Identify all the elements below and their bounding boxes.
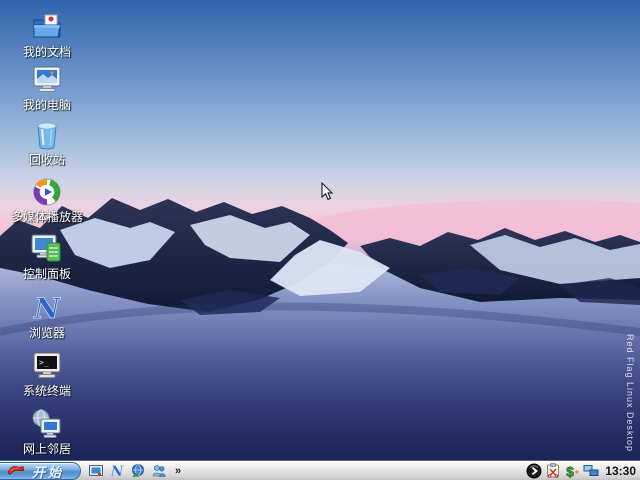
network-status-icon[interactable] [583, 463, 599, 479]
desktop-icon-browser[interactable]: N 浏览器 [5, 291, 89, 340]
desktop-icon-label: 多媒体播放器 [10, 210, 83, 224]
browser-quicklaunch-icon[interactable]: N [109, 463, 125, 480]
quick-launch-overflow-chevron[interactable]: » [175, 463, 181, 479]
terminal-icon: >_ [30, 349, 64, 383]
desktop-icon-control-panel[interactable]: 控制面板 [5, 232, 89, 281]
desktop-icon-label: 我的文档 [22, 45, 71, 59]
svg-text:N: N [110, 464, 125, 479]
desktop-screen: 我的文档 我的电脑 回收站 多媒体播放器 控制面板 N 浏览器 >_ 系统终端 … [0, 0, 640, 480]
network-neighborhood-icon [30, 407, 64, 441]
browser-icon: N [30, 291, 64, 326]
control-panel-icon [30, 232, 64, 266]
desktop-icon-media-player[interactable]: 多媒体播放器 [5, 175, 89, 224]
tray-clock[interactable]: 13:30 [602, 464, 636, 478]
svg-text:N: N [33, 292, 61, 325]
recycle-bin-icon [30, 118, 64, 152]
desktop-icon-terminal[interactable]: >_ 系统终端 [5, 349, 89, 398]
clipboard-tool-icon[interactable] [545, 463, 561, 479]
show-desktop-icon[interactable] [88, 463, 104, 479]
red-flag-icon [5, 464, 27, 478]
wallpaper-image [0, 0, 640, 460]
my-documents-icon [30, 10, 64, 44]
input-method-money-icon[interactable]: $ * [564, 463, 580, 480]
system-tray: $ * 13:30 [526, 461, 640, 480]
quick-launch-bar: N » [88, 463, 181, 480]
internet-globe-icon[interactable] [130, 463, 146, 479]
tray-expand-icon[interactable] [526, 463, 542, 479]
desktop-icon-label: 浏览器 [28, 326, 65, 340]
desktop-icon-label: 系统终端 [22, 384, 71, 398]
media-player-icon [30, 175, 64, 209]
mouse-cursor [321, 182, 334, 201]
desktop-icon-network-neighborhood[interactable]: 网上邻居 [5, 407, 89, 456]
svg-text:$: $ [566, 464, 574, 480]
desktop-icon-label: 网上邻居 [22, 442, 71, 456]
desktop-icon-recycle-bin[interactable]: 回收站 [5, 118, 89, 167]
user-manager-icon[interactable] [151, 463, 167, 479]
svg-text:>_: >_ [39, 358, 49, 367]
taskbar: 开始 N » $ * 13:30 [0, 460, 640, 480]
my-computer-icon [30, 63, 64, 97]
desktop-icon-label: 控制面板 [22, 267, 71, 281]
desktop-icon-label: 我的电脑 [22, 98, 71, 112]
wallpaper-watermark: Red Flag Linux Desktop [625, 333, 635, 452]
desktop-icon-my-documents[interactable]: 我的文档 [5, 10, 89, 59]
start-button[interactable]: 开始 [0, 462, 81, 480]
desktop-icon-label: 回收站 [28, 153, 65, 167]
desktop-icon-my-computer[interactable]: 我的电脑 [5, 63, 89, 112]
start-button-label: 开始 [32, 464, 65, 480]
svg-text:*: * [575, 469, 579, 479]
